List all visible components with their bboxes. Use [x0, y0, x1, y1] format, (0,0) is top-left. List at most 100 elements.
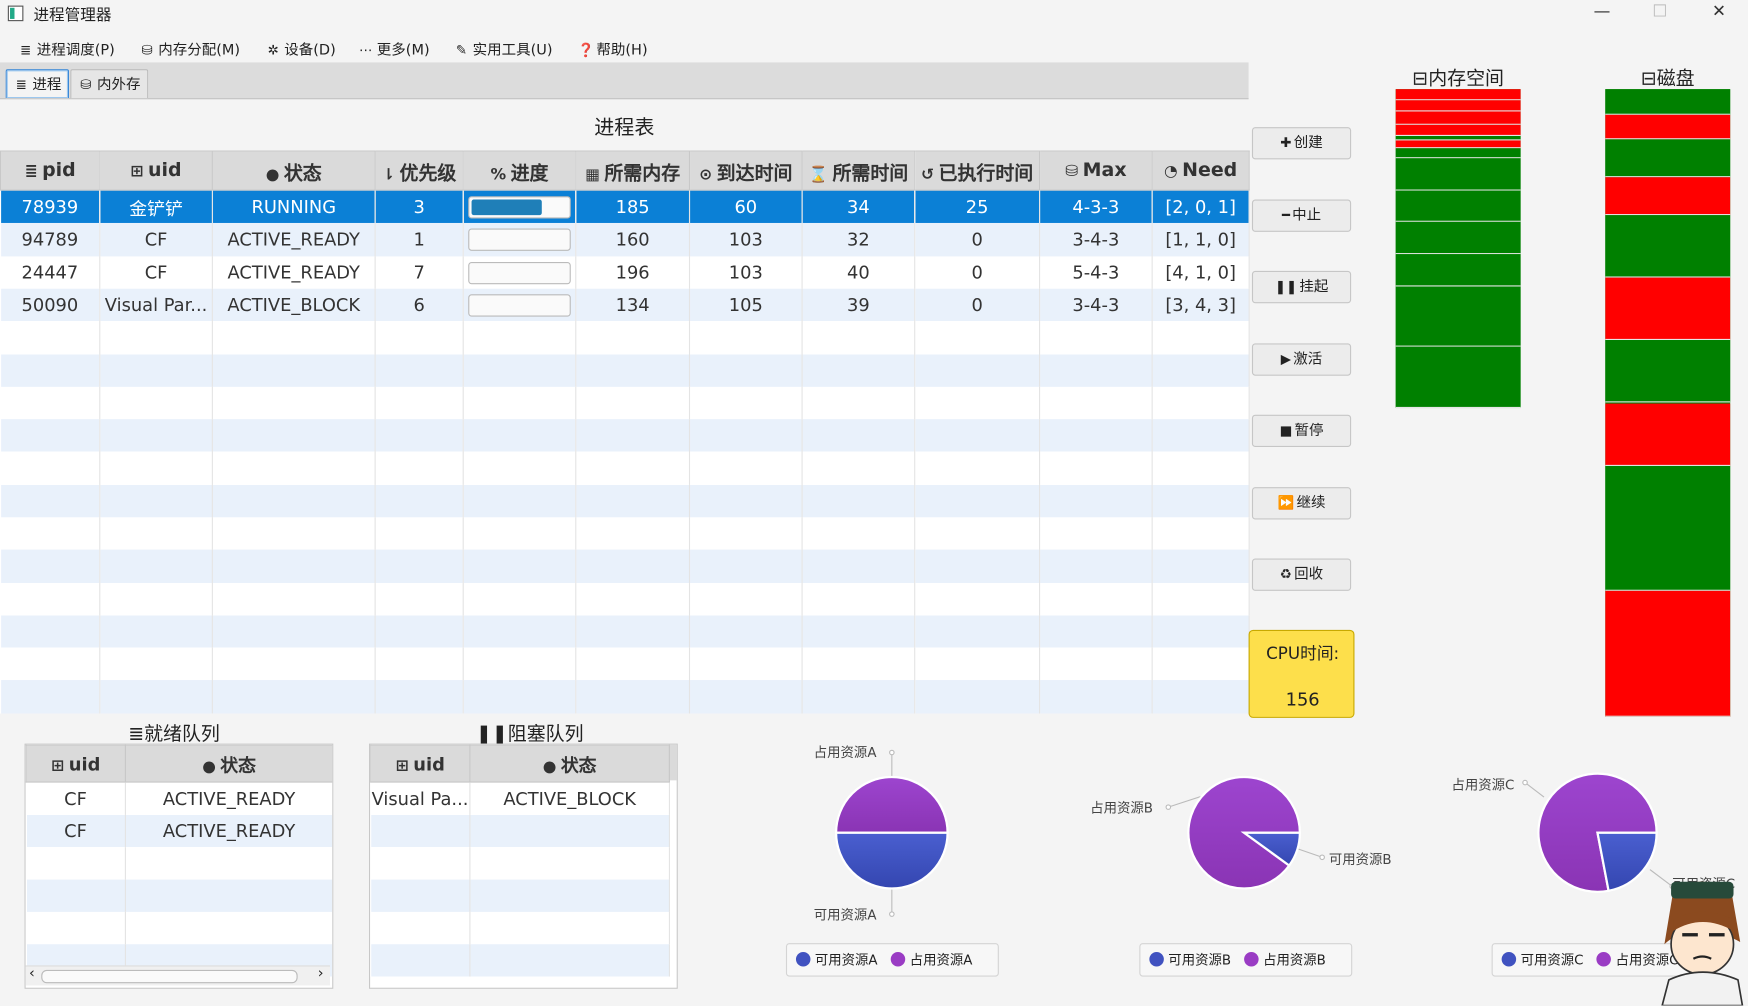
cell-required: [802, 582, 916, 616]
cell-state: [212, 517, 376, 550]
cell-memory: 160: [575, 223, 691, 256]
cell-progress: [463, 615, 577, 648]
cell-pid: [0, 321, 101, 354]
table-row[interactable]: [0, 517, 1250, 550]
cell-required: [802, 517, 916, 550]
table-row[interactable]: [0, 419, 1250, 452]
cell-required: [802, 615, 916, 648]
gear-icon: ✲: [267, 42, 279, 58]
col-header-executed-time[interactable]: ↺ 已执行时间: [914, 150, 1041, 191]
close-button[interactable]: ✕: [1702, 1, 1735, 21]
table-row[interactable]: [0, 451, 1250, 485]
maximize-button[interactable]: ☐: [1643, 1, 1676, 21]
cell-priority: [375, 353, 464, 387]
cell-executed: [914, 353, 1041, 387]
table-row[interactable]: [0, 582, 1250, 616]
activate-button[interactable]: ▶ 激活: [1251, 343, 1352, 376]
col-header-max[interactable]: ⛁ Max: [1038, 150, 1153, 191]
cell-state: [212, 419, 376, 452]
database-icon: ⛁: [141, 42, 153, 58]
table-row[interactable]: [0, 680, 1250, 714]
cell-executed: [914, 549, 1041, 583]
progress-bar: [468, 261, 571, 284]
progress-bar: [468, 196, 571, 219]
pause-button[interactable]: ■ 暂停: [1251, 414, 1352, 448]
table-row[interactable]: [0, 615, 1250, 648]
stop-icon: ■: [1279, 422, 1293, 439]
recycle-button[interactable]: ♻ 回收: [1251, 558, 1352, 591]
table-row[interactable]: [0, 647, 1250, 681]
cell-max: [1039, 451, 1153, 485]
cell-pid: 50090: [0, 288, 101, 322]
table-row[interactable]: [0, 353, 1250, 387]
list-icon: ≣: [20, 42, 32, 58]
memory-space-title: ⊟内存空间: [1412, 68, 1505, 91]
cell-executed: [914, 647, 1041, 681]
menu-utilities[interactable]: ✎ 实用工具(U): [454, 38, 553, 59]
cell-pid: [0, 680, 101, 714]
cell-pid: [0, 582, 101, 616]
col-header-memory[interactable]: ▦ 所需内存: [575, 150, 691, 191]
mascot-sticker-image: [1661, 881, 1744, 1006]
table-row[interactable]: [0, 321, 1250, 354]
cell-memory: [575, 484, 691, 518]
mem-block-free: [1395, 148, 1521, 159]
menu-process-scheduling[interactable]: ≣ 进程调度(P): [18, 38, 115, 59]
pause-icon: ❚❚: [1274, 278, 1298, 295]
mem-block-used: [1395, 100, 1521, 112]
cell-priority: [375, 386, 464, 420]
table-row[interactable]: 24447 CF ACTIVE_READY 7 196 103 40 0 5-4-3 [4, 1,…: [0, 255, 1250, 289]
table-row[interactable]: 78939 金铲铲 RUNNING 3 185 60 34 25 4-3-3 [2, 0, 1]: [0, 190, 1250, 224]
menu-more[interactable]: ⋯ 更多(M): [358, 38, 430, 59]
create-button[interactable]: ✚ 创建: [1251, 127, 1352, 160]
col-header-need[interactable]: ◔ Need: [1151, 150, 1250, 191]
cell-memory: [575, 647, 691, 681]
col-header-uid[interactable]: ⊞ uid: [99, 150, 213, 191]
cell-max: [1039, 484, 1153, 518]
cell-state: ACTIVE_READY: [212, 223, 376, 256]
cell-state: [212, 321, 376, 354]
col-header-priority[interactable]: ⇂ 优先级: [374, 150, 464, 191]
cell-arrival: [689, 484, 803, 518]
tab-memory-storage[interactable]: ⛁ 内外存: [70, 69, 149, 99]
pie-a-occupied-label: 占用资源A: [813, 744, 877, 761]
cell-uid: [99, 419, 213, 452]
table-row[interactable]: [0, 549, 1250, 583]
recycle-icon: ♻: [1279, 566, 1292, 582]
col-header-arrival[interactable]: ⊙ 到达时间: [688, 150, 803, 191]
cell-arrival: [689, 549, 803, 583]
col-header-progress[interactable]: % 进度: [462, 150, 577, 191]
pie-b-leader-dot: [1165, 804, 1172, 810]
cell-memory: 196: [575, 255, 691, 289]
disk-block-used: [1605, 403, 1731, 466]
list-icon: ≣: [15, 76, 27, 93]
terminate-button[interactable]: ━ 中止: [1251, 199, 1352, 232]
cell-required: 39: [802, 288, 916, 322]
mem-block-free: [1395, 222, 1521, 255]
cell-need: [1152, 386, 1250, 420]
table-row[interactable]: 94789 CF ACTIVE_READY 1 160 103 32 0 3-4-3 [1, 1,…: [0, 223, 1250, 256]
table-row[interactable]: 50090 Visual Par... ACTIVE_BLOCK 6 134 105 39 0…: [0, 288, 1250, 322]
suspend-button[interactable]: ❚❚ 挂起: [1251, 270, 1352, 304]
cell-max: [1039, 615, 1153, 648]
cell-executed: [914, 419, 1041, 452]
menu-memory-allocation[interactable]: ⛁ 内存分配(M): [139, 38, 241, 59]
disk-map: [1605, 89, 1731, 717]
tab-process[interactable]: ≣ 进程: [5, 69, 70, 99]
menu-devices[interactable]: ✲ 设备(D): [265, 38, 336, 59]
cell-arrival: 105: [689, 288, 803, 322]
pie-a-available-slice[interactable]: [834, 831, 949, 890]
pie-c-available-slice[interactable]: [1596, 831, 1658, 893]
cell-progress: [463, 451, 577, 485]
cell-need: [4, 1, 0]: [1152, 255, 1250, 289]
table-row[interactable]: [0, 484, 1250, 518]
col-header-required-time[interactable]: ⌛ 所需时间: [801, 150, 916, 191]
col-header-pid[interactable]: ≣ pid: [0, 150, 101, 191]
minimize-button[interactable]: —: [1585, 1, 1618, 21]
menu-help[interactable]: ❓ 帮助(H): [577, 38, 647, 59]
pie-b-legend: 可用资源B 占用资源B: [1139, 943, 1353, 977]
resume-button[interactable]: ⏩ 继续: [1251, 487, 1352, 520]
col-header-state[interactable]: ● 状态: [211, 150, 376, 191]
pie-a-occupied-slice[interactable]: [834, 775, 949, 834]
table-row[interactable]: [0, 386, 1250, 420]
